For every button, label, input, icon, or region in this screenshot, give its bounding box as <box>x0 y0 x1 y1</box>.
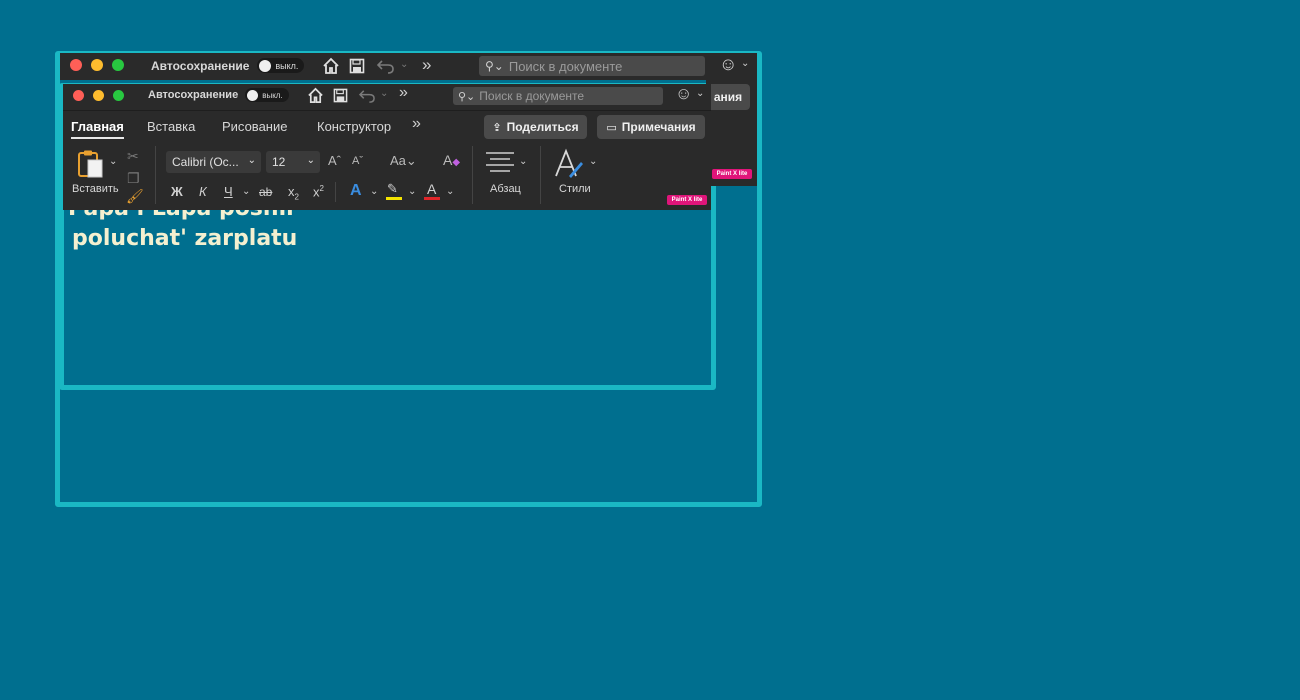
autosave-toggle[interactable]: выкл. <box>245 88 289 102</box>
search-placeholder: Поиск в документе <box>479 89 585 103</box>
autosave-toggle[interactable]: выкл. <box>257 58 305 73</box>
more-commands-icon[interactable]: » <box>422 55 431 75</box>
font-name-select[interactable]: Calibri (Ос... ⌄ <box>166 151 261 173</box>
maximize-button[interactable] <box>113 90 124 101</box>
ribbon-separator <box>155 146 156 204</box>
paragraph-chevron-icon[interactable]: ⌄ <box>519 156 527 167</box>
front-window: Автосохранение выкл. ⌄ » ⚲⌄ Поиск в доку… <box>63 84 711 210</box>
toggle-knob-icon <box>259 59 272 72</box>
home-icon[interactable] <box>322 57 340 75</box>
autosave-label: Автосохранение <box>148 89 239 101</box>
undo-icon[interactable] <box>376 58 396 74</box>
feedback-smiley-icon[interactable]: ☺ <box>675 84 692 104</box>
undo-chevron-icon[interactable]: ⌄ <box>380 88 388 99</box>
tab-design[interactable]: Конструктор <box>317 119 391 134</box>
clipboard-icon[interactable] <box>76 149 106 179</box>
undo-icon[interactable] <box>358 88 377 103</box>
font-color-chevron-icon[interactable]: ⌄ <box>446 186 454 197</box>
tab-home[interactable]: Главная <box>71 119 124 139</box>
comments-label: Примечания <box>621 120 696 134</box>
ribbon-separator <box>335 182 336 202</box>
clear-formatting-icon[interactable]: A◆ <box>443 152 460 168</box>
italic-button[interactable]: К <box>199 184 207 199</box>
feedback-chevron-icon[interactable]: ⌄ <box>741 58 749 69</box>
more-commands-icon[interactable]: » <box>399 84 408 102</box>
search-icon: ⚲⌄ <box>458 90 476 103</box>
font-color-icon[interactable]: A <box>427 181 436 197</box>
font-size-select[interactable]: 12 ⌄ <box>266 151 320 173</box>
ribbon-separator <box>472 146 473 204</box>
feedback-chevron-icon[interactable]: ⌄ <box>696 88 704 99</box>
more-tabs-icon[interactable]: » <box>412 115 421 133</box>
text-effects-chevron-icon[interactable]: ⌄ <box>370 186 378 197</box>
search-icon: ⚲⌄ <box>485 59 504 73</box>
increase-font-size-icon[interactable]: Aˆ <box>328 153 341 168</box>
search-placeholder: Поиск в документе <box>508 58 623 74</box>
paint-badge: Paint X lite <box>667 195 707 205</box>
search-field[interactable]: ⚲⌄ Поиск в документе <box>453 87 663 105</box>
home-icon[interactable] <box>307 87 324 104</box>
styles-icon[interactable] <box>553 148 585 180</box>
styles-chevron-icon[interactable]: ⌄ <box>589 156 597 167</box>
back-paint-badge: Paint X lite <box>712 169 752 179</box>
paste-label: Вставить <box>72 183 119 195</box>
toggle-label: выкл. <box>262 90 283 100</box>
highlight-chevron-icon[interactable]: ⌄ <box>408 186 416 197</box>
minimize-button[interactable] <box>93 90 104 101</box>
active-tab-underline <box>71 137 124 139</box>
share-label: Поделиться <box>506 120 579 134</box>
document-line-2: poluchat' zarplatu <box>72 226 298 251</box>
comment-icon: ▭ <box>606 121 617 134</box>
save-icon[interactable] <box>333 88 348 103</box>
back-window-titlebar: Автосохранение выкл. ⌄ » ⚲⌄ Поиск в доку… <box>60 53 757 80</box>
bold-button[interactable]: Ж <box>171 184 183 199</box>
cut-icon[interactable]: ✂ <box>127 148 139 165</box>
back-window-ribbon: ания Paint X lite <box>706 80 757 186</box>
comments-button[interactable]: ▭ Примечания <box>597 115 705 139</box>
font-name-value: Calibri (Ос... <box>172 155 239 169</box>
underline-button[interactable]: Ч <box>224 184 233 199</box>
search-field[interactable]: ⚲⌄ Поиск в документе <box>479 56 705 76</box>
styles-label: Стили <box>559 183 591 195</box>
undo-chevron-icon[interactable]: ⌄ <box>400 59 408 70</box>
back-comments-label: ания <box>713 90 743 104</box>
toggle-knob-icon <box>247 89 259 101</box>
highlight-color-bar <box>386 197 402 200</box>
tab-insert[interactable]: Вставка <box>147 119 195 134</box>
maximize-button[interactable] <box>112 59 124 71</box>
paragraph-icon[interactable] <box>485 150 515 174</box>
format-painter-icon[interactable]: 🖌 <box>126 188 144 205</box>
minimize-button[interactable] <box>91 59 103 71</box>
strikethrough-button[interactable]: ab <box>259 185 272 199</box>
copy-icon[interactable]: ❐ <box>127 170 140 187</box>
autosave-label: Автосохранение <box>151 58 250 73</box>
feedback-smiley-icon[interactable]: ☺ <box>719 54 737 75</box>
decrease-font-size-icon[interactable]: Aˇ <box>352 155 363 167</box>
underline-chevron-icon[interactable]: ⌄ <box>242 186 250 197</box>
font-size-value: 12 <box>272 155 286 169</box>
highlight-icon[interactable]: ✎ <box>387 181 398 197</box>
titlebar-divider <box>63 110 711 111</box>
toggle-label: выкл. <box>275 60 299 71</box>
close-button[interactable] <box>70 59 82 71</box>
subscript-icon[interactable]: x2 <box>288 184 299 202</box>
close-button[interactable] <box>73 90 84 101</box>
superscript-icon[interactable]: x2 <box>313 184 324 199</box>
paragraph-label: Абзац <box>490 183 521 195</box>
text-effects-icon[interactable]: A <box>350 182 362 200</box>
chevron-down-icon: ⌄ <box>247 155 256 166</box>
share-icon: ⇪ <box>492 121 502 134</box>
change-case-icon[interactable]: Aa⌄ <box>390 153 417 169</box>
share-button[interactable]: ⇪ Поделиться <box>484 115 587 139</box>
save-icon[interactable] <box>349 58 365 74</box>
font-color-bar <box>424 197 440 200</box>
tab-draw[interactable]: Рисование <box>222 119 287 134</box>
paste-chevron-icon[interactable]: ⌄ <box>109 156 117 167</box>
back-comments-button[interactable]: ания <box>706 84 750 110</box>
ribbon-separator <box>540 146 541 204</box>
chevron-down-icon: ⌄ <box>306 155 315 166</box>
